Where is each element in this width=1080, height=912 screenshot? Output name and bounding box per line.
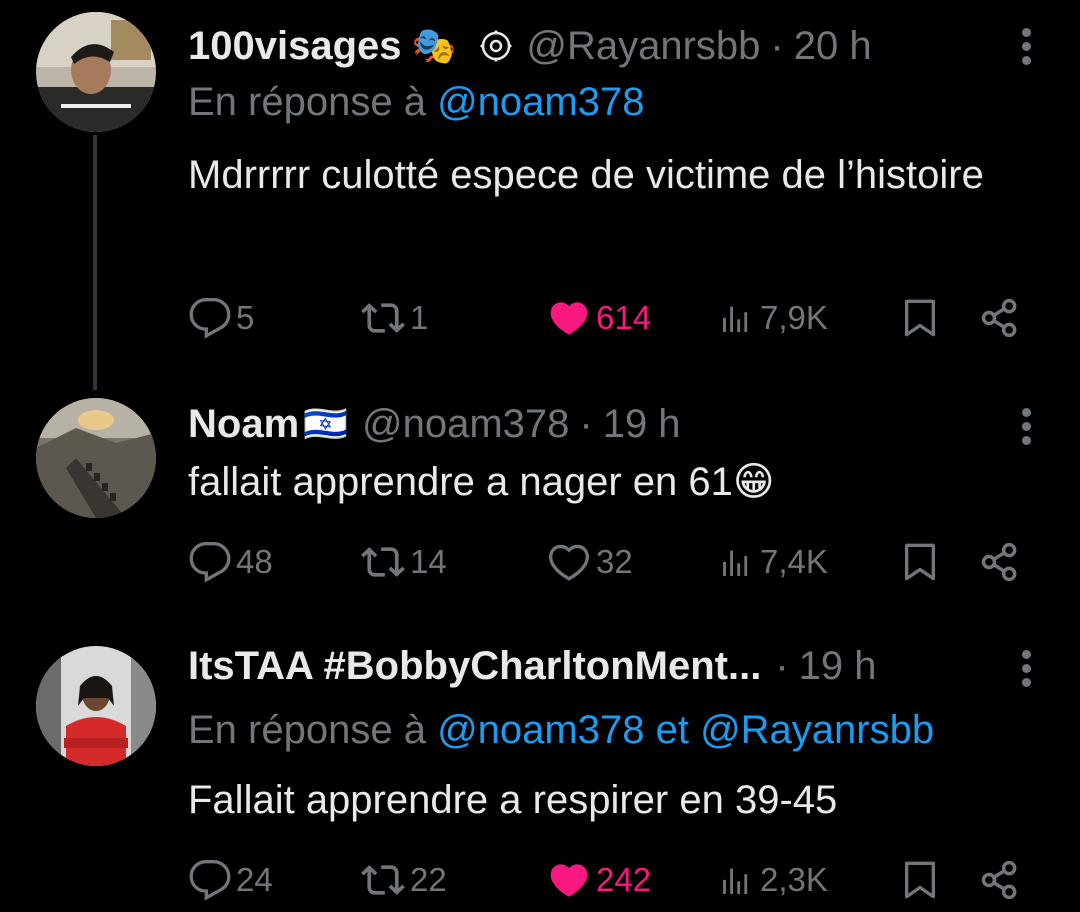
repost-count: 14 (410, 543, 447, 580)
views-icon (716, 860, 756, 900)
affiliate-badge-icon (478, 28, 514, 64)
timestamp[interactable]: 20 h (794, 24, 872, 69)
bookmark-button[interactable] (900, 293, 940, 343)
timestamp[interactable]: 19 h (603, 402, 681, 447)
reply-prefix: En réponse à (188, 708, 426, 752)
tweet-header: 100visages 🎭 @Rayanrsbb · 20 h (188, 16, 872, 76)
reply-mention-link[interactable]: @noam378 (437, 80, 644, 124)
views-button[interactable]: 7,9K (716, 293, 828, 343)
reply-button[interactable]: 24 (188, 855, 273, 905)
reply-context: En réponse à @noam378 (188, 80, 644, 125)
repost-icon (360, 296, 406, 340)
views-count: 7,4K (760, 543, 828, 580)
heart-outline-icon (546, 540, 592, 584)
display-name[interactable]: Noam (188, 402, 299, 447)
action-bar: 24 22 242 2,3K (188, 855, 1038, 905)
name-emoji: 🎭 (411, 25, 457, 66)
tweet-3[interactable]: ItsTAA #BobbyCharltonMent... · 19 h En r… (0, 630, 1080, 912)
like-count: 242 (596, 861, 652, 898)
like-button[interactable]: 242 (546, 855, 651, 905)
reply-context: En réponse à @noam378 et @Rayanrsbb (188, 708, 934, 753)
repost-button[interactable]: 22 (360, 855, 447, 905)
like-count: 614 (596, 299, 652, 336)
like-button[interactable]: 32 (546, 537, 633, 587)
views-icon (716, 298, 756, 338)
heart-icon (546, 858, 592, 902)
reply-count: 48 (236, 543, 273, 580)
action-bar: 5 1 614 7,9K (188, 293, 1038, 343)
name-emoji: 🇮🇱 (303, 403, 348, 444)
bookmark-button[interactable] (900, 855, 940, 905)
reply-button[interactable]: 48 (188, 537, 273, 587)
share-icon (978, 296, 1022, 340)
avatar[interactable] (36, 12, 156, 132)
views-count: 7,9K (760, 299, 828, 336)
heart-icon (546, 296, 592, 340)
tweet-text: Mdrrrrr culotté espece de victime de l’h… (188, 153, 984, 197)
tweet-2[interactable]: Noam 🇮🇱 @noam378 · 19 h fallait apprendr… (0, 390, 1080, 630)
separator-dot: · (579, 401, 593, 446)
share-button[interactable] (978, 537, 1022, 587)
reply-count: 24 (236, 861, 273, 898)
share-button[interactable] (978, 855, 1022, 905)
repost-icon (360, 540, 406, 584)
separator-dot: · (775, 643, 789, 688)
repost-icon (360, 858, 406, 902)
reply-button[interactable]: 5 (188, 293, 254, 343)
avatar[interactable] (36, 398, 156, 518)
share-icon (978, 858, 1022, 902)
repost-count: 22 (410, 861, 447, 898)
reply-prefix: En réponse à (188, 80, 426, 124)
repost-count: 1 (410, 299, 429, 336)
bookmark-icon (900, 540, 940, 584)
tweet-1[interactable]: 100visages 🎭 @Rayanrsbb · 20 h En répons… (0, 0, 1080, 390)
tweet-header: ItsTAA #BobbyCharltonMent... · 19 h (188, 636, 877, 696)
tweet-text: fallait apprendre a nager en 61😁 (188, 460, 775, 504)
tweet-header: Noam 🇮🇱 @noam378 · 19 h (188, 394, 681, 454)
bookmark-button[interactable] (900, 537, 940, 587)
reply-icon (188, 858, 232, 902)
reply-count: 5 (236, 299, 255, 336)
views-button[interactable]: 7,4K (716, 537, 828, 587)
user-handle[interactable]: @Rayanrsbb (526, 24, 760, 69)
bookmark-icon (900, 858, 940, 902)
display-name[interactable]: 100visages (188, 24, 402, 69)
separator-dot: · (770, 23, 784, 68)
tweet-text: Fallait apprendre a respirer en 39-45 (188, 778, 838, 822)
more-icon[interactable] (1022, 28, 1032, 70)
timestamp[interactable]: 19 h (799, 644, 877, 689)
avatar[interactable] (36, 646, 156, 766)
more-icon[interactable] (1022, 650, 1032, 692)
share-icon (978, 540, 1022, 584)
display-name[interactable]: ItsTAA #BobbyCharltonMent... (188, 644, 761, 689)
bookmark-icon (900, 296, 940, 340)
action-bar: 48 14 32 7,4K (188, 537, 1038, 587)
views-icon (716, 542, 756, 582)
reply-mention-link[interactable]: @noam378 et @Rayanrsbb (437, 708, 934, 752)
like-button[interactable]: 614 (546, 293, 651, 343)
views-count: 2,3K (760, 861, 828, 898)
reply-icon (188, 540, 232, 584)
reply-icon (188, 296, 232, 340)
more-icon[interactable] (1022, 408, 1032, 450)
user-handle[interactable]: @noam378 (362, 402, 569, 447)
share-button[interactable] (978, 293, 1022, 343)
repost-button[interactable]: 1 (360, 293, 428, 343)
repost-button[interactable]: 14 (360, 537, 447, 587)
like-count: 32 (596, 543, 633, 580)
views-button[interactable]: 2,3K (716, 855, 828, 905)
